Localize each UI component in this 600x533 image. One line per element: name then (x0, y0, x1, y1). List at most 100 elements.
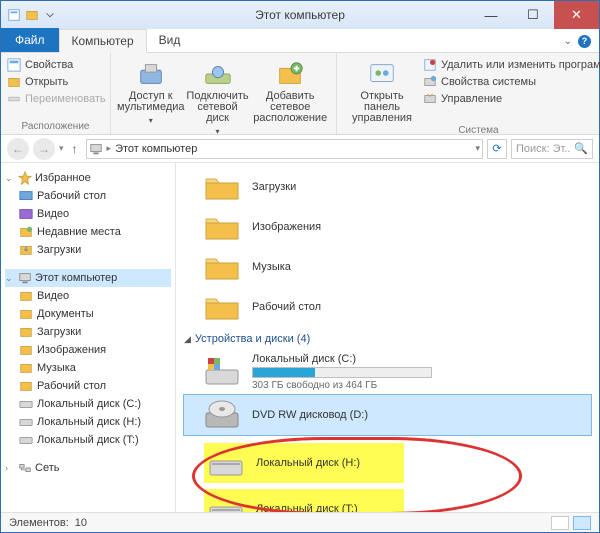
nav-favorites-header[interactable]: ⌄Избранное (5, 169, 171, 187)
rename-icon (7, 92, 21, 106)
nav-item-recent[interactable]: Недавние места (5, 223, 171, 241)
address-bar[interactable]: ▸ Этот компьютер ▾ (86, 139, 483, 159)
new-folder-icon[interactable] (25, 8, 39, 22)
properties-button[interactable]: Свойства (7, 57, 106, 73)
nav-item-desktop[interactable]: Рабочий стол (5, 187, 171, 205)
video-icon (19, 207, 33, 221)
add-location-icon (275, 59, 305, 89)
uninstall-icon (423, 58, 437, 72)
nav-item-downloads2[interactable]: Загрузки (5, 323, 171, 341)
minimize-button[interactable]: — (470, 1, 512, 29)
nav-network-header[interactable]: ›Сеть (5, 459, 171, 477)
close-button[interactable]: ✕ (554, 1, 599, 29)
group-label-location: Расположение (7, 120, 104, 132)
drive-icon (208, 493, 244, 512)
dvd-drive-icon (204, 399, 240, 431)
open-icon (7, 75, 21, 89)
expand-icon[interactable]: › (5, 463, 15, 473)
drive-t[interactable]: Локальный диск (T:) (204, 489, 404, 512)
search-box[interactable]: 🔍 (511, 139, 593, 159)
folder-images[interactable]: Изображения (184, 207, 591, 247)
properties-icon[interactable] (7, 8, 21, 22)
ribbon-collapse-icon[interactable]: ⌄ (564, 36, 572, 47)
breadcrumb-computer[interactable]: Этот компьютер (115, 143, 197, 155)
ribbon-tab-row: Файл Компьютер Вид ⌄ ? (1, 29, 599, 53)
images-folder-icon (19, 343, 33, 357)
devices-section-header[interactable]: ◢Устройства и диски (4) (184, 327, 591, 349)
view-details-button[interactable] (551, 516, 569, 530)
add-network-location-button[interactable]: Добавить сетевое расположение (250, 57, 330, 124)
drive-icon (19, 397, 33, 411)
folder-downloads[interactable]: Загрузки (184, 167, 591, 207)
nav-item-drive-c[interactable]: Локальный диск (C:) (5, 395, 171, 413)
drive-h[interactable]: Локальный диск (H:) (204, 443, 404, 483)
downloads-folder-icon (19, 325, 33, 339)
desktop-folder-icon (19, 379, 33, 393)
drive-icon (208, 447, 244, 479)
refresh-button[interactable]: ⟳ (487, 139, 507, 159)
nav-item-documents[interactable]: Документы (5, 305, 171, 323)
window-title: Этот компьютер (255, 8, 345, 22)
nav-item-drive-t[interactable]: Локальный диск (T:) (5, 431, 171, 449)
nav-item-desktop2[interactable]: Рабочий стол (5, 377, 171, 395)
open-button[interactable]: Открыть (7, 74, 106, 90)
network-icon (18, 461, 32, 475)
address-dropdown-icon[interactable]: ▾ (475, 143, 480, 154)
address-row: ← → ▾ ↑ ▸ Этот компьютер ▾ ⟳ 🔍 (1, 135, 599, 163)
collapse-icon[interactable]: ⌄ (5, 273, 15, 284)
music-folder-icon (19, 361, 33, 375)
titlebar: Этот компьютер — ☐ ✕ (1, 1, 599, 29)
tab-file[interactable]: Файл (1, 28, 59, 52)
nav-computer-header[interactable]: ⌄Этот компьютер (5, 269, 171, 287)
rename-button: Переименовать (7, 91, 106, 107)
nav-up-button[interactable]: ↑ (68, 142, 82, 156)
search-input[interactable] (516, 143, 570, 155)
content-pane[interactable]: Загрузки Изображения Музыка Рабочий стол… (176, 163, 599, 512)
video-folder-icon (19, 289, 33, 303)
downloads-icon (19, 243, 33, 257)
manage-icon (423, 92, 437, 106)
media-icon (136, 59, 166, 89)
status-elements-label: Элементов: (9, 517, 69, 529)
collapse-icon[interactable]: ⌄ (5, 173, 15, 184)
tab-computer[interactable]: Компьютер (59, 29, 147, 53)
navigation-pane[interactable]: ⌄Избранное Рабочий стол Видео Недавние м… (1, 163, 176, 512)
nav-back-button[interactable]: ← (7, 138, 29, 160)
system-properties-button[interactable]: Свойства системы (423, 74, 600, 90)
folder-desktop[interactable]: Рабочий стол (184, 287, 591, 327)
drive-icon (19, 415, 33, 429)
tab-view[interactable]: Вид (147, 28, 193, 52)
maximize-button[interactable]: ☐ (512, 1, 554, 29)
nav-forward-button: → (33, 138, 55, 160)
control-panel-button[interactable]: Открыть панель управления (343, 57, 421, 124)
nav-item-video[interactable]: Видео (5, 205, 171, 223)
properties-icon (7, 58, 21, 72)
help-icon[interactable]: ? (578, 35, 591, 48)
system-properties-icon (423, 75, 437, 89)
drive-dvd[interactable]: DVD RW дисковод (D:) (184, 395, 591, 435)
os-drive-icon (204, 356, 240, 388)
nav-item-music[interactable]: Музыка (5, 359, 171, 377)
drive-icon (19, 433, 33, 447)
breadcrumb-separator-icon[interactable]: ▸ (107, 143, 112, 154)
nav-item-drive-h[interactable]: Локальный диск (H:) (5, 413, 171, 431)
nav-item-downloads[interactable]: Загрузки (5, 241, 171, 259)
manage-button[interactable]: Управление (423, 91, 600, 107)
control-panel-icon (367, 59, 397, 89)
drive-c[interactable]: Локальный диск (C:) 303 ГБ свободно из 4… (184, 349, 591, 395)
media-access-button[interactable]: Доступ к мультимедиа▾ (117, 57, 185, 126)
uninstall-program-button[interactable]: Удалить или изменить программу (423, 57, 600, 73)
nav-item-images[interactable]: Изображения (5, 341, 171, 359)
folder-icon (204, 291, 240, 323)
nav-history-dropdown[interactable]: ▾ (59, 143, 64, 154)
nav-item-video2[interactable]: Видео (5, 287, 171, 305)
search-icon: 🔍 (574, 142, 588, 155)
collapse-icon[interactable]: ◢ (184, 334, 191, 345)
folder-icon (204, 171, 240, 203)
drive-usage-bar (252, 367, 432, 378)
qat-dropdown-icon[interactable] (43, 8, 57, 22)
folder-music[interactable]: Музыка (184, 247, 591, 287)
folder-icon (204, 251, 240, 283)
map-drive-button[interactable]: Подключить сетевой диск▾ (185, 57, 251, 137)
view-tiles-button[interactable] (573, 516, 591, 530)
